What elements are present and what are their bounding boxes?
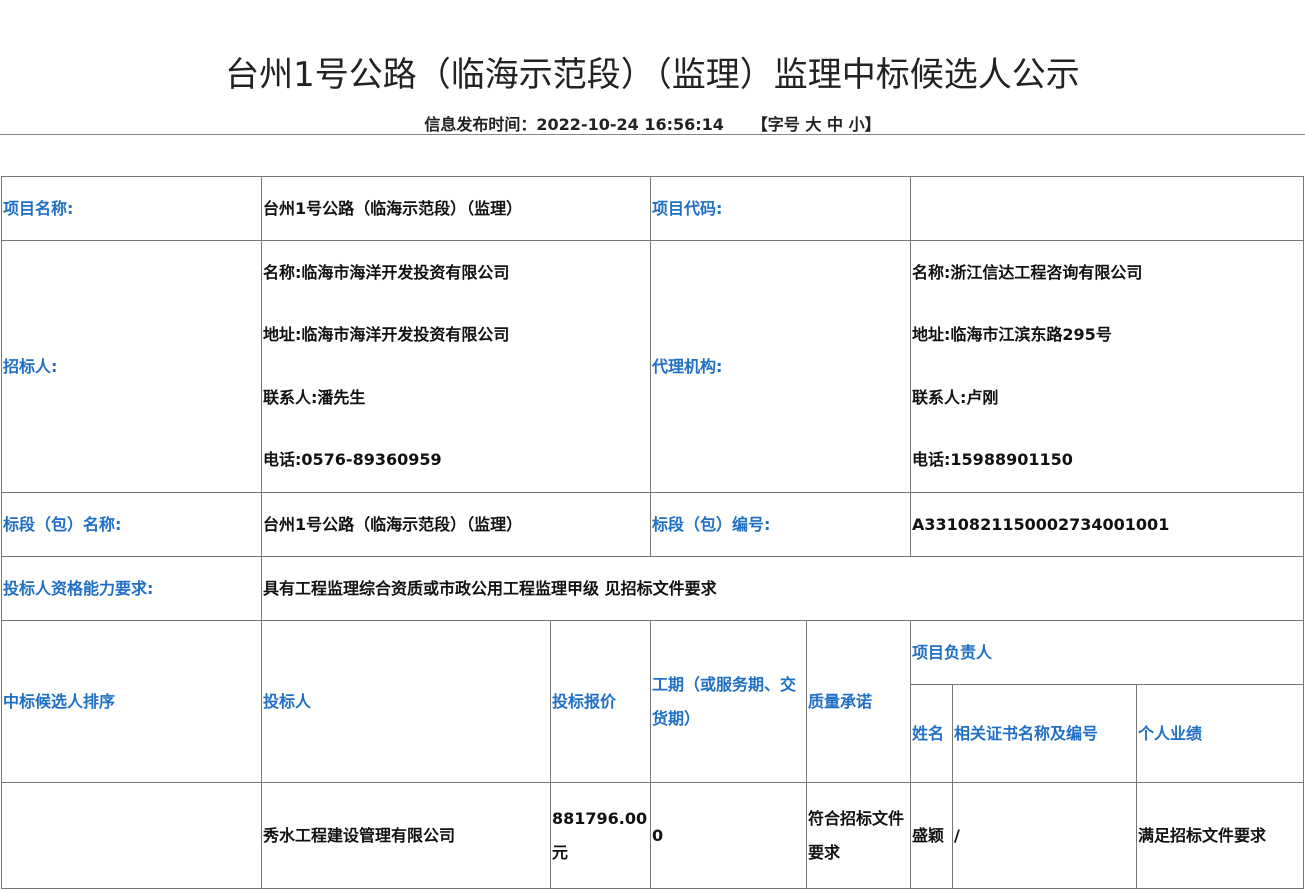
- header-manager-name: 姓名: [910, 684, 954, 783]
- header-bidder: 投标人: [261, 620, 551, 783]
- candidate-row: 秀水工程建设管理有限公司 881796.00元 0 符合招标文件要求 盛颖 / …: [1, 782, 1305, 889]
- project-code: [910, 176, 1305, 241]
- font-size-switcher: 【字号 大 中 小】: [752, 115, 881, 134]
- tenderer-label: 招标人:: [1, 240, 262, 493]
- candidate-quality: 符合招标文件要求: [806, 782, 912, 889]
- header-quality: 质量承诺: [806, 620, 912, 783]
- announcement-table: 项目名称: 台州1号公路（临海示范段）（监理） 项目代码: 招标人: 名称:临海…: [1, 176, 1305, 889]
- font-size-open: 【字号: [751, 115, 800, 134]
- font-size-small-link[interactable]: 小: [849, 115, 865, 134]
- candidate-price: 881796.00元: [549, 782, 652, 889]
- tenderer-phone: 电话:0576-89360959: [263, 450, 442, 469]
- font-size-medium-link[interactable]: 中: [827, 115, 843, 134]
- qualification-value: 具有工程监理综合资质或市政公用工程监理甲级 见招标文件要求: [260, 556, 1305, 621]
- page-title: 台州1号公路（临海示范段）（监理）监理中标候选人公示: [225, 55, 1080, 95]
- section-name-label: 标段（包）名称:: [1, 492, 262, 557]
- section-name: 台州1号公路（临海示范段）（监理）: [260, 492, 652, 557]
- header-manager-cert: 相关证书名称及编号: [952, 684, 1138, 783]
- section-code-label: 标段（包）编号:: [650, 492, 912, 557]
- candidate-manager-performance: 满足招标文件要求: [1136, 782, 1305, 889]
- publish-time-label: 信息发布时间：: [424, 115, 537, 134]
- candidate-manager-name: 盛颖: [910, 782, 954, 889]
- font-size-large-link[interactable]: 大: [805, 115, 821, 134]
- header-manager-performance: 个人业绩: [1136, 684, 1305, 783]
- agency-name: 名称:浙江信达工程咨询有限公司: [912, 262, 1143, 282]
- publish-info: 信息发布时间：2022-10-24 16:56:14 【字号 大 中 小】: [0, 114, 1305, 136]
- qualification-row: 投标人资格能力要求: 具有工程监理综合资质或市政公用工程监理甲级 见招标文件要求: [1, 556, 1305, 621]
- publish-time: 2022-10-24 16:56:14: [536, 115, 724, 134]
- project-row: 项目名称: 台州1号公路（临海示范段）（监理） 项目代码:: [1, 176, 1305, 241]
- project-code-label: 项目代码:: [650, 176, 912, 241]
- parties-row: 招标人: 名称:临海市海洋开发投资有限公司 地址:临海市海洋开发投资有限公司 联…: [1, 240, 1305, 493]
- candidate-manager-cert: /: [952, 782, 1138, 889]
- candidate-bidder: 秀水工程建设管理有限公司: [261, 782, 551, 889]
- project-name-label: 项目名称:: [1, 176, 262, 241]
- header-manager: 项目负责人: [910, 620, 1305, 685]
- agency-address: 地址:临海市江滨东路295号: [912, 325, 1112, 344]
- header-price: 投标报价: [549, 620, 652, 783]
- title-divider: [0, 134, 1305, 135]
- project-name: 台州1号公路（临海示范段）（监理）: [260, 176, 652, 241]
- qualification-label: 投标人资格能力要求:: [1, 556, 262, 621]
- agency-phone: 电话:15988901150: [912, 450, 1073, 469]
- candidate-period: 0: [650, 782, 808, 889]
- agency-label: 代理机构:: [650, 240, 912, 493]
- header-period: 工期（或服务期、交货期）: [650, 620, 808, 783]
- candidate-rank: [1, 782, 262, 889]
- tenderer-name: 名称:临海市海洋开发投资有限公司: [263, 262, 510, 282]
- agency-details: 名称:浙江信达工程咨询有限公司 地址:临海市江滨东路295号 联系人:卢刚 电话…: [910, 240, 1305, 493]
- section-code: A3310821150002734001001: [910, 492, 1305, 557]
- candidates-header-row: 中标候选人排序 投标人 投标报价 工期（或服务期、交货期） 质量承诺 项目负责人: [1, 620, 1305, 783]
- tenderer-contact: 联系人:潘先生: [263, 387, 366, 407]
- tenderer-address: 地址:临海市海洋开发投资有限公司: [263, 325, 510, 344]
- agency-contact: 联系人:卢刚: [912, 387, 999, 407]
- section-row: 标段（包）名称: 台州1号公路（临海示范段）（监理） 标段（包）编号: A331…: [1, 492, 1305, 557]
- header-rank: 中标候选人排序: [1, 620, 262, 783]
- tenderer-details: 名称:临海市海洋开发投资有限公司 地址:临海市海洋开发投资有限公司 联系人:潘先…: [260, 240, 652, 493]
- font-size-close: 】: [864, 115, 881, 134]
